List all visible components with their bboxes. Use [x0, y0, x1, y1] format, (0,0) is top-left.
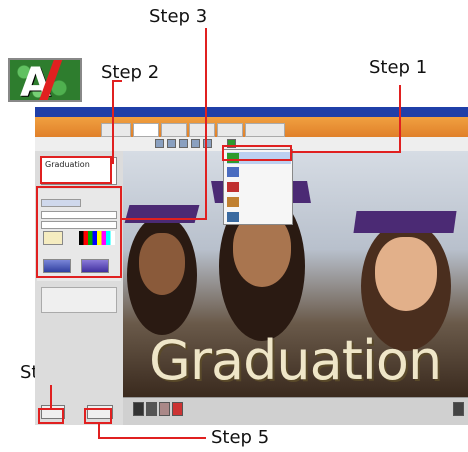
- graduate-right-cap: [353, 211, 457, 233]
- step1-line-vertical: [399, 85, 401, 153]
- toolbar-button-2[interactable]: [167, 139, 176, 148]
- tab-3[interactable]: [161, 123, 187, 137]
- callout-step3: Step 3: [149, 6, 208, 27]
- step5-line-horizontal: [98, 437, 206, 439]
- step1-line-horizontal: [292, 151, 401, 153]
- graduate-left-face: [139, 233, 185, 295]
- step5-highlight: [84, 408, 112, 424]
- tab-bar: [35, 117, 468, 137]
- thumbnail-end[interactable]: [453, 402, 464, 416]
- tab-1[interactable]: [101, 123, 131, 137]
- thumbnail-4[interactable]: [172, 402, 183, 416]
- step1-highlight: [222, 145, 292, 161]
- toolbar-button-3[interactable]: [179, 139, 188, 148]
- callout-step5: Step 5: [211, 427, 270, 448]
- step2-line-vertical: [112, 80, 114, 164]
- menu-item-2[interactable]: [227, 166, 291, 178]
- app-logo-icon: A: [8, 58, 82, 102]
- step3-line-horizontal: [122, 218, 207, 220]
- callout-step2: Step 2: [101, 62, 160, 83]
- thumbnail-2[interactable]: [146, 402, 157, 416]
- menu-item-4[interactable]: [227, 196, 291, 208]
- info-box: [41, 287, 117, 313]
- image-icon: [227, 167, 239, 177]
- toolbar-button-1[interactable]: [155, 139, 164, 148]
- frame-icon: [227, 212, 239, 222]
- step2-highlight: [40, 156, 112, 184]
- step4-line: [50, 385, 52, 408]
- toolbar-button-4[interactable]: [191, 139, 200, 148]
- menu-item-5[interactable]: [227, 211, 291, 223]
- tab-5[interactable]: [217, 123, 243, 137]
- step3-highlight: [36, 186, 122, 278]
- thumbnail-3[interactable]: [159, 402, 170, 416]
- tab-edit[interactable]: [133, 123, 159, 137]
- graduate-right-face: [375, 237, 437, 311]
- text-icon: [227, 182, 239, 192]
- step3-line-vertical: [205, 28, 207, 220]
- tab-4[interactable]: [189, 123, 215, 137]
- photo-canvas[interactable]: Graduation: [123, 151, 468, 397]
- step2-line-top: [112, 80, 122, 82]
- photo-icon: [227, 197, 239, 207]
- title-bar: [35, 107, 468, 117]
- tab-6[interactable]: [245, 123, 285, 137]
- thumbnail-1[interactable]: [133, 402, 144, 416]
- callout-step1: Step 1: [369, 57, 428, 78]
- step5-line-vertical: [98, 424, 100, 438]
- step4-highlight: [38, 408, 64, 424]
- menu-item-3[interactable]: [227, 181, 291, 193]
- photo-title-text[interactable]: Graduation: [149, 329, 442, 392]
- graduate-left-cap: [124, 205, 200, 223]
- thumbnail-strip: [123, 397, 468, 425]
